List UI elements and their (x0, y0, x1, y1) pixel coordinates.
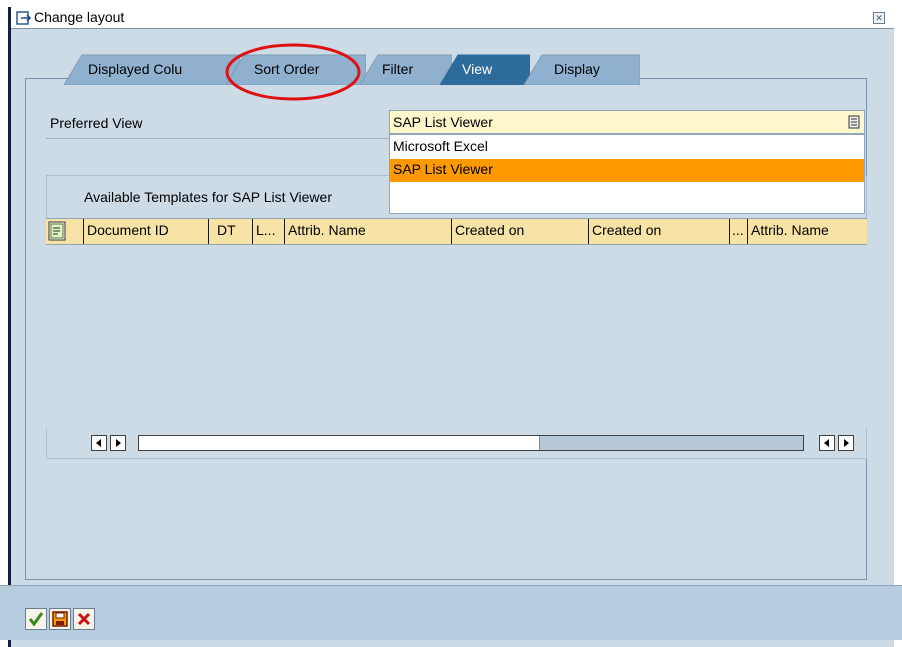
scroll-left-icon[interactable] (91, 435, 107, 451)
templates-grid-header: Document ID DT L... Attrib. Name Created… (46, 218, 867, 245)
scroll-track[interactable] (138, 435, 804, 451)
dropdown-list-icon[interactable] (848, 115, 860, 129)
scroll-right-icon[interactable] (838, 435, 854, 451)
column-attrib-name[interactable]: Attrib. Name (285, 219, 452, 244)
horizontal-scrollbar[interactable] (46, 428, 867, 459)
column-truncated[interactable]: ... (730, 219, 748, 244)
tab-display[interactable]: Display (524, 53, 640, 85)
tab-displayed-columns[interactable]: Displayed Colu (64, 53, 240, 85)
scroll-left-icon[interactable] (819, 435, 835, 451)
preferred-view-dropdown: Microsoft Excel SAP List Viewer (389, 134, 865, 214)
checkmark-icon[interactable] (25, 608, 47, 630)
column-document-id[interactable]: Document ID (84, 219, 209, 244)
column-l[interactable]: L... (253, 219, 285, 244)
preferred-view-select[interactable]: SAP List Viewer (389, 110, 865, 134)
tab-filter[interactable]: Filter (360, 53, 452, 85)
scroll-right-icon[interactable] (110, 435, 126, 451)
preferred-view-value: SAP List Viewer (393, 114, 493, 130)
templates-title: Available Templates for SAP List Viewer (84, 189, 332, 205)
option-sap-list-viewer[interactable]: SAP List Viewer (390, 159, 864, 182)
grid-details-icon[interactable] (46, 219, 84, 244)
save-icon[interactable] (49, 608, 71, 630)
title-bar: Change layout ✕ (11, 7, 894, 29)
column-created-on-2[interactable]: Created on (589, 219, 730, 244)
label-underline (46, 138, 394, 139)
column-attrib-name-2[interactable]: Attrib. Name (748, 219, 867, 244)
close-icon[interactable]: ✕ (873, 12, 885, 24)
scroll-thumb[interactable] (139, 436, 540, 450)
window-icon (16, 11, 32, 25)
column-created-on[interactable]: Created on (452, 219, 589, 244)
option-microsoft-excel[interactable]: Microsoft Excel (390, 136, 864, 159)
dialog-footer (0, 585, 902, 640)
column-dt[interactable]: DT (209, 219, 253, 244)
tab-sort-order[interactable]: Sort Order (226, 53, 366, 85)
cancel-icon[interactable] (73, 608, 95, 630)
window-title: Change layout (34, 9, 125, 25)
tab-view[interactable]: View (440, 53, 530, 85)
preferred-view-label: Preferred View (50, 115, 143, 131)
templates-grid-body[interactable] (46, 245, 867, 428)
